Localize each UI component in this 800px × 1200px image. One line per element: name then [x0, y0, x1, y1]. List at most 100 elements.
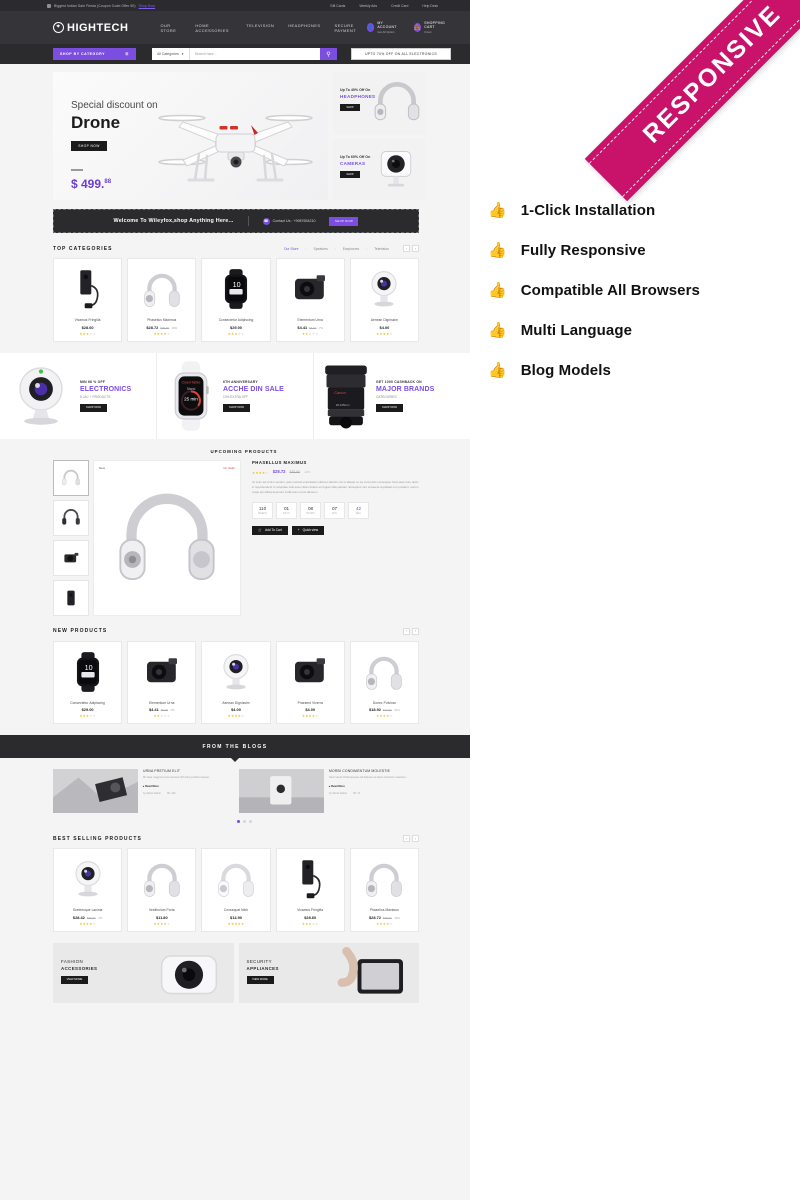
shop-by-category-label: SHOP BY CATEGORY	[60, 52, 106, 56]
shop-by-category-button[interactable]: SHOP BY CATEGORY ☰	[53, 48, 136, 60]
blog-dot-1[interactable]	[236, 820, 240, 823]
search-icon[interactable]: ⚲	[320, 48, 337, 60]
topbar-link-gift-cards[interactable]: Gift Cards	[330, 4, 345, 8]
topbar-promo-link[interactable]: Shop Now	[139, 4, 155, 8]
blog-read-more-1[interactable]: ▸ Read More	[143, 784, 233, 788]
promo-cell-major-brands[interactable]: Canon 18-135mm GET 1000 CASHBACK ON MAJO…	[314, 353, 470, 439]
upcoming-product-actions: 🛒 Add To Cart + Quick view	[252, 525, 419, 535]
product-card[interactable]: Praesent Viverra $4.00 ★★★★★	[275, 640, 345, 724]
nav-item-home-accessories[interactable]: HOME ACCESSORIES	[195, 23, 232, 33]
product-rating: ★★★★★	[301, 331, 319, 336]
nav-item-our-store[interactable]: OUR STORE	[160, 23, 181, 33]
new-products-next-button[interactable]: ›	[412, 627, 419, 635]
category-dropdown[interactable]: All Categories ▾	[152, 48, 190, 60]
promo-electronics-big: ELECTRONICS	[80, 385, 132, 393]
product-thumb-1[interactable]	[53, 459, 89, 496]
topbar-link-weekly-ads[interactable]: Weekly Ads	[359, 4, 377, 8]
quick-view-button[interactable]: + Quick view	[291, 525, 325, 535]
countdown-unit: 42 SEC	[348, 501, 369, 519]
product-card[interactable]: Elementum Urna $4.41 $6.00 -7% ★★★★★	[127, 640, 197, 724]
best-selling-next-button[interactable]: ›	[412, 835, 419, 842]
svg-text:Canon: Canon	[334, 390, 345, 395]
tab-our-store[interactable]: Our Store	[284, 247, 299, 251]
nav-item-television[interactable]: TELEVISION	[246, 23, 274, 33]
bottom-banner-security[interactable]: SECURITY APPLIANCES VIEW MORE	[238, 942, 419, 1003]
product-card[interactable]: Phasellus Maximus $28.72 $35.90 -20% ★★★…	[127, 258, 197, 342]
blog-dot-3[interactable]	[248, 820, 252, 823]
topbar-link-help-desk[interactable]: Help Desk	[422, 4, 438, 8]
product-card[interactable]: Phasellus Maximus $28.72 $35.90 -20% ★★★…	[349, 848, 420, 932]
headphones-image	[374, 81, 420, 121]
top-categories-tabs: Our Store / Speakers / Earphones / Televisi…	[284, 245, 419, 252]
best-selling-header: BEST SELLING PRODUCTS ‹ ›	[53, 835, 419, 842]
quick-view-label: Quick view	[302, 528, 319, 533]
best-selling-prev-button[interactable]: ‹	[403, 835, 410, 842]
promo-brands-sub: CATEGORIES	[376, 394, 397, 399]
tab-earphones[interactable]: Earphones	[343, 247, 359, 251]
product-card[interactable]: 10 Consectetur Adipiscing $29.00 ★★★★★	[201, 258, 271, 342]
product-thumb-4[interactable]	[53, 579, 89, 616]
product-rating: ★★★★★	[153, 714, 171, 718]
shopping-cart-button[interactable]: 👜 SHOPPING CART 0 item	[413, 21, 452, 34]
sale-tag: On Sale!	[223, 465, 235, 470]
product-card[interactable]: Donec Pulvinar $18.92 $24.00 -21% ★★★★★	[349, 640, 420, 724]
tab-speakers[interactable]: Speakers	[313, 247, 327, 251]
countdown-value: 08	[307, 505, 314, 511]
nav-item-secure-payment[interactable]: SECURE PAYMENT	[334, 23, 366, 33]
product-card[interactable]: Scelerisque Lacinia $28.42 $35.00 -7% ★★…	[53, 848, 123, 932]
blog-post-1[interactable]: URNA PRETIUM ELIT Mi vitae magnis Fusce …	[53, 769, 233, 813]
product-card[interactable]: Vivamus Fringilla $28.60 ★★★★★	[275, 848, 345, 932]
product-thumb-3[interactable]	[53, 539, 89, 576]
hero-shop-now-button[interactable]: SHOP NOW	[71, 141, 107, 151]
product-price: $4.41	[297, 324, 308, 330]
welcome-shop-now-button[interactable]: SHOP NOW	[329, 216, 359, 226]
blog-title-2[interactable]: MORBI CONDIMENTUM MOLESTIE	[329, 769, 419, 773]
blog-read-more-2[interactable]: ▸ Read More	[329, 784, 419, 788]
search-input[interactable]: Search here...	[190, 52, 320, 56]
site-logo[interactable]: ⌖ HIGHTECH	[53, 22, 128, 34]
side-banners: Up To 40% Off On HEADPHONES SHOP Up To 6…	[333, 72, 425, 200]
side-banner-cameras[interactable]: Up To 60% Off On CAMERAS SHOP	[333, 138, 425, 200]
product-card[interactable]: Elementum Urna $4.41 $6.00 -7% ★★★★★	[275, 258, 345, 342]
product-card[interactable]: 10 Consectetur Adipiscing $29.00 ★★★★★	[53, 640, 123, 724]
bottom-banner-security-button[interactable]: VIEW MORE	[246, 975, 274, 984]
side-banner-headphones[interactable]: Up To 40% Off On HEADPHONES SHOP	[333, 72, 425, 134]
plus-icon: +	[297, 528, 300, 533]
upcoming-product-image[interactable]: New On Sale!	[93, 459, 241, 616]
hero-banner-drone[interactable]: Special discount on Drone SHOP NOW $ 499…	[53, 72, 328, 200]
blog-title-1[interactable]: URNA PRETIUM ELIT	[143, 769, 233, 773]
nav-item-headphones[interactable]: HEADPHONES	[288, 23, 320, 33]
my-account-button[interactable]: 👤 MY ACCOUNT Get All Option	[366, 21, 400, 34]
product-card[interactable]: Vivamus Fringilla $28.60 ★★★★★	[53, 258, 123, 342]
thumbs-up-icon: 👍	[488, 322, 507, 339]
top-categories-title: TOP CATEGORIES	[53, 245, 113, 252]
product-card[interactable]: Consequat Nibh $14.90 ★★★★★	[201, 848, 271, 932]
tab-television[interactable]: Television	[374, 247, 389, 251]
responsive-ribbon: RESPONSIVE	[584, 0, 800, 202]
product-card[interactable]: Aenean Dignissim $4.00 ★★★★★	[201, 640, 271, 724]
camera-lens-image: Canon 18-135mm	[325, 364, 367, 428]
product-card[interactable]: Vestibulum Porta $11.80 ★★★★★	[127, 848, 197, 932]
bottom-banner-fashion-button[interactable]: VIEW MORE	[61, 975, 88, 984]
carousel-next-button[interactable]: ›	[412, 245, 419, 252]
promo-brands-button[interactable]: SHOP NOW	[376, 403, 403, 412]
new-products-prev-button[interactable]: ‹	[403, 627, 410, 635]
promo-cell-electronics[interactable]: MIN 66 % OFF ELECTRONICS 5 LAC + PRODUCT…	[0, 352, 157, 439]
product-card[interactable]: Aenean Dignissim $4.00 ★★★★★	[349, 258, 420, 342]
side-banner-headphones-button[interactable]: SHOP	[340, 104, 360, 111]
promo-cell-acche-din-sale[interactable]: OpenTable Stand 25 min 6TH ANNIVERSARY A…	[157, 352, 314, 439]
product-thumb-2[interactable]	[53, 499, 89, 536]
product-discount: -7%	[97, 916, 103, 920]
product-price: $4.00	[305, 707, 316, 712]
carousel-prev-button[interactable]: ‹	[403, 245, 410, 252]
promo-sale-button[interactable]: SHOP NOW	[223, 403, 250, 412]
blog-dot-2[interactable]	[242, 820, 246, 823]
bottom-banner-fashion[interactable]: FASHION ACCESSORIES VIEW MORE	[53, 942, 234, 1003]
electronics-promo-badge[interactable]: UPTO 70% OFF ON ALL ELECTRONICS	[351, 48, 451, 60]
blog-post-2[interactable]: MORBI CONDIMENTUM MOLESTIE Sed mauris Pe…	[239, 769, 419, 813]
side-banner-cameras-button[interactable]: SHOP	[340, 170, 360, 178]
new-tag: New	[99, 465, 106, 470]
topbar-link-credit-card[interactable]: Credit Card	[391, 4, 408, 8]
promo-electronics-button[interactable]: SHOP NOW	[80, 403, 107, 412]
add-to-cart-button[interactable]: 🛒 Add To Cart	[252, 525, 288, 535]
